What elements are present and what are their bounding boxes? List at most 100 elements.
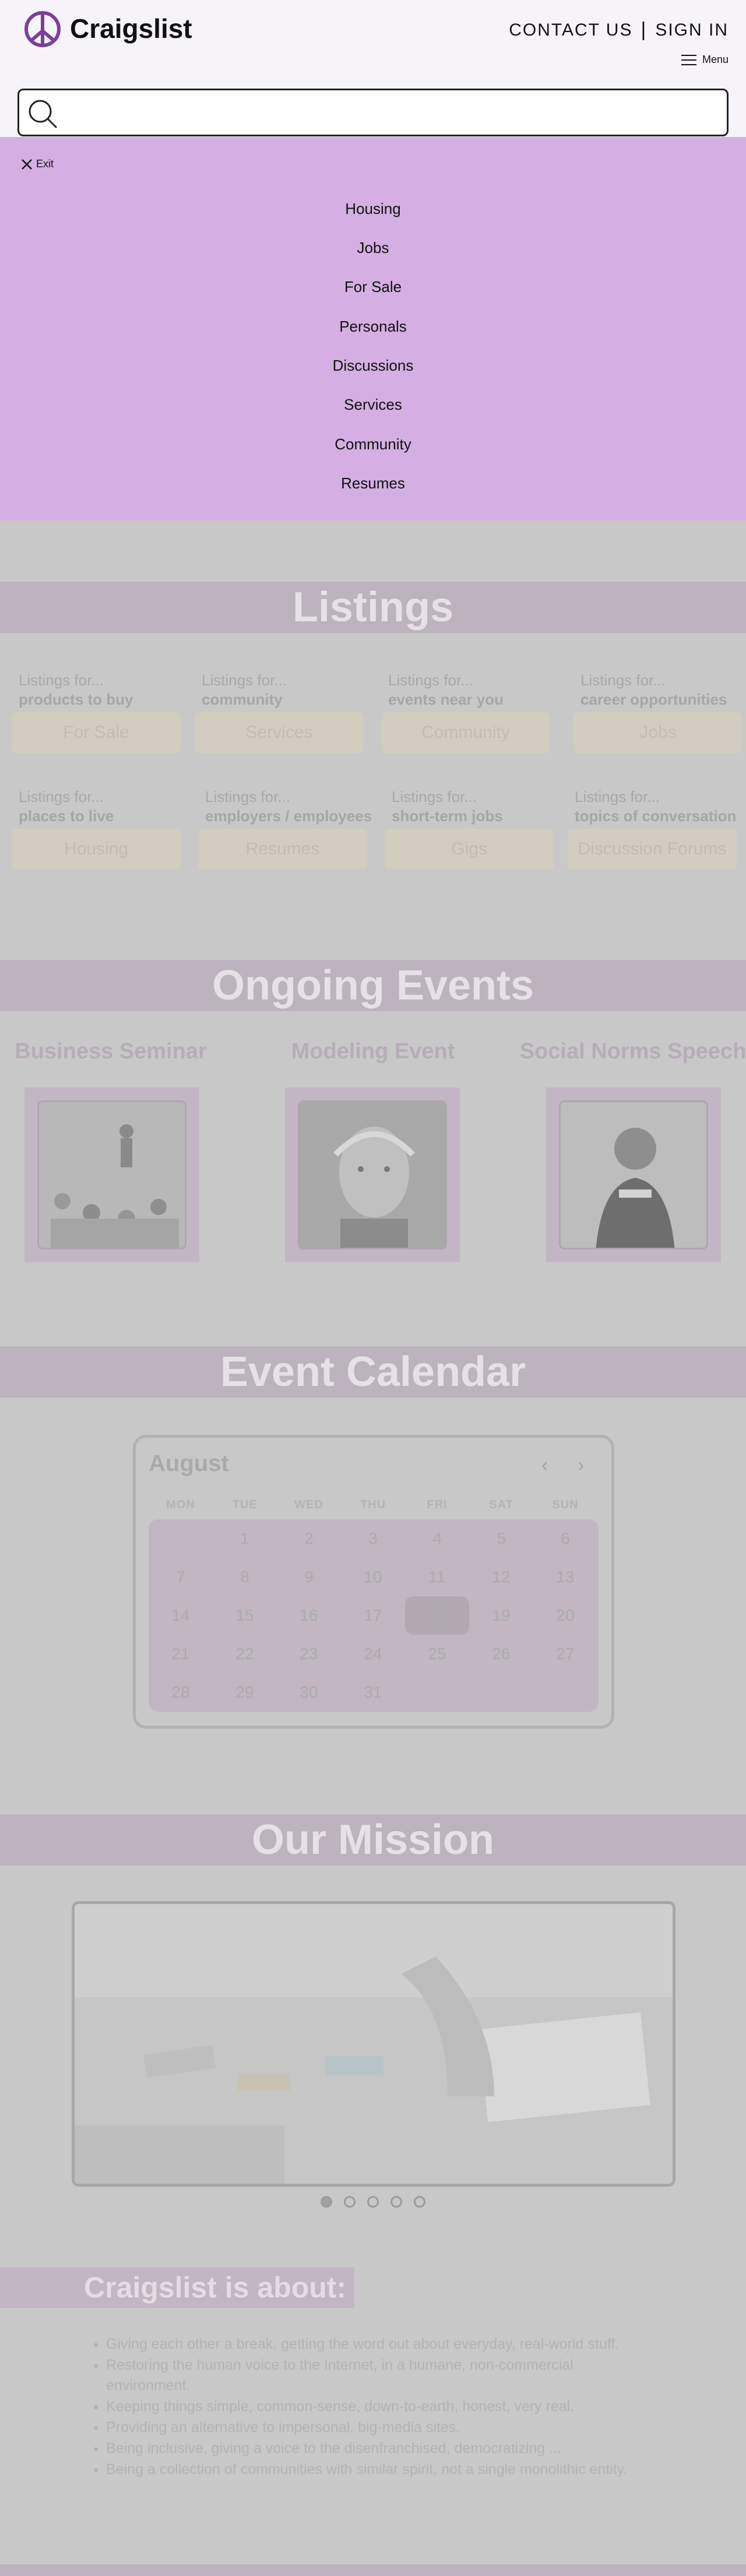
calendar-day[interactable]: 31 <box>341 1673 405 1712</box>
calendar-day[interactable]: 23 <box>277 1635 341 1673</box>
calendar-day[interactable]: 4 <box>405 1519 469 1558</box>
hamburger-icon <box>681 54 696 65</box>
model-photo-icon <box>300 1102 445 1248</box>
carousel-dot[interactable] <box>321 2196 332 2208</box>
search-icon <box>29 100 58 129</box>
listing-card: Listings for... short-term jobs Gigs <box>385 788 561 870</box>
nav-item-community[interactable]: Community <box>0 435 746 453</box>
listing-card: Listings for... topics of conversation D… <box>568 788 744 870</box>
weekday-label: TUE <box>232 1498 258 1511</box>
event-image-modeling-event[interactable] <box>285 1088 460 1262</box>
carousel-dots <box>321 2196 425 2208</box>
calendar-day[interactable]: 5 <box>469 1519 533 1558</box>
nav-item-jobs[interactable]: Jobs <box>0 239 746 257</box>
calendar-day[interactable]: 25 <box>405 1635 469 1673</box>
calendar-day[interactable]: 9 <box>277 1558 341 1596</box>
carousel-dot[interactable] <box>414 2196 425 2208</box>
listing-card: Listings for... products to buy For Sale <box>12 671 188 753</box>
calendar-day[interactable]: 24 <box>341 1635 405 1673</box>
carousel-dot[interactable] <box>367 2196 379 2208</box>
calendar-day[interactable]: 10 <box>341 1558 405 1596</box>
search-input[interactable] <box>17 89 729 136</box>
calendar-day[interactable]: 21 <box>149 1635 213 1673</box>
listing-pre: Listings for... <box>580 671 666 689</box>
listing-button-jobs[interactable]: Jobs <box>573 712 743 753</box>
top-links: CONTACT US | SIGN IN <box>509 19 729 41</box>
calendar-day[interactable]: 26 <box>469 1635 533 1673</box>
event-calendar: August ‹ › MON TUE WED THU FRI SAT SUN 1234567… <box>133 1435 614 1729</box>
event-image-social-norms-speech[interactable] <box>546 1088 721 1262</box>
nav-item-for-sale[interactable]: For Sale <box>0 278 746 296</box>
calendar-day-today[interactable]: 18 <box>405 1596 469 1635</box>
listing-pre: Listings for... <box>19 671 104 689</box>
contact-us-link[interactable]: CONTACT US <box>509 20 632 40</box>
listing-card: Listings for... places to live Housing <box>12 788 188 870</box>
calendar-day[interactable]: 14 <box>149 1596 213 1635</box>
calendar-day[interactable]: 6 <box>533 1519 597 1558</box>
calendar-day[interactable]: 3 <box>341 1519 405 1558</box>
calendar-day[interactable]: 1 <box>213 1519 277 1558</box>
site-header: Craigslist CONTACT US | SIGN IN Menu <box>0 0 746 137</box>
listing-card: Listings for... career opportunities Job… <box>573 671 746 753</box>
calendar-day[interactable]: 28 <box>149 1673 213 1712</box>
nav-item-resumes[interactable]: Resumes <box>0 474 746 492</box>
calendar-day[interactable]: 2 <box>277 1519 341 1558</box>
listing-sub: community <box>202 691 283 708</box>
listing-button-discussion-forums[interactable]: Discussion Forums <box>568 829 737 870</box>
listing-button-community[interactable]: Community <box>381 712 550 753</box>
calendar-day[interactable]: 8 <box>213 1558 277 1596</box>
listing-sub: topics of conversation <box>575 807 737 825</box>
listings-heading: Listings <box>0 582 746 633</box>
listing-button-resumes[interactable]: Resumes <box>198 829 367 870</box>
nav-overlay: Exit Housing Jobs For Sale Personals Dis… <box>0 137 746 520</box>
calendar-day[interactable]: 17 <box>341 1596 405 1635</box>
peace-logo-icon[interactable] <box>23 10 62 48</box>
weekday-label: THU <box>360 1498 386 1511</box>
calendar-day[interactable]: 19 <box>469 1596 533 1635</box>
exit-button[interactable]: Exit <box>21 158 54 170</box>
carousel-dot[interactable] <box>344 2196 356 2208</box>
nav-item-services[interactable]: Services <box>0 396 746 414</box>
listing-pre: Listings for... <box>392 788 477 805</box>
calendar-day[interactable]: 22 <box>213 1635 277 1673</box>
calendar-day[interactable]: 30 <box>277 1673 341 1712</box>
calendar-day[interactable]: 16 <box>277 1596 341 1635</box>
menu-button[interactable]: Menu <box>681 54 729 66</box>
event-title: Modeling Event <box>291 1039 455 1064</box>
calendar-day[interactable]: 27 <box>533 1635 597 1673</box>
listing-pre: Listings for... <box>388 671 473 689</box>
seminar-photo-icon <box>39 1102 185 1248</box>
listing-sub: short-term jobs <box>392 807 503 825</box>
calendar-day[interactable]: 20 <box>533 1596 597 1635</box>
nav-item-personals[interactable]: Personals <box>0 318 746 336</box>
event-title: Business Seminar <box>15 1039 207 1064</box>
listing-button-for-sale[interactable]: For Sale <box>12 712 181 753</box>
about-item: Keeping things simple, common-sense, dow… <box>106 2396 631 2417</box>
nav-item-discussions[interactable]: Discussions <box>0 357 746 375</box>
about-item: Being a collection of communities with s… <box>106 2459 631 2480</box>
about-list: Giving each other a break, getting the w… <box>106 2334 631 2480</box>
calendar-day[interactable]: 7 <box>149 1558 213 1596</box>
listing-button-housing[interactable]: Housing <box>12 829 181 870</box>
carousel-dot[interactable] <box>390 2196 402 2208</box>
calendar-day[interactable]: 11 <box>405 1558 469 1596</box>
calendar-prev-button[interactable]: ‹ <box>541 1454 548 1477</box>
sign-in-link[interactable]: SIGN IN <box>655 20 729 40</box>
calendar-day[interactable]: 13 <box>533 1558 597 1596</box>
listing-button-gigs[interactable]: Gigs <box>385 829 554 870</box>
nav-item-housing[interactable]: Housing <box>0 200 746 218</box>
event-image-business-seminar[interactable] <box>24 1088 199 1262</box>
listing-sub: career opportunities <box>580 691 727 708</box>
listing-button-services[interactable]: Services <box>195 712 364 753</box>
weekday-label: FRI <box>427 1498 448 1511</box>
calendar-day[interactable]: 15 <box>213 1596 277 1635</box>
calendar-day[interactable]: 12 <box>469 1558 533 1596</box>
listing-sub: products to buy <box>19 691 133 708</box>
listing-pre: Listings for... <box>575 788 660 805</box>
brand-name[interactable]: Craigslist <box>70 13 192 44</box>
listing-pre: Listings for... <box>202 671 287 689</box>
calendar-day[interactable]: 29 <box>213 1673 277 1712</box>
seminar-photo <box>37 1100 186 1250</box>
listing-sub: events near you <box>388 691 504 708</box>
calendar-next-button[interactable]: › <box>578 1454 584 1477</box>
